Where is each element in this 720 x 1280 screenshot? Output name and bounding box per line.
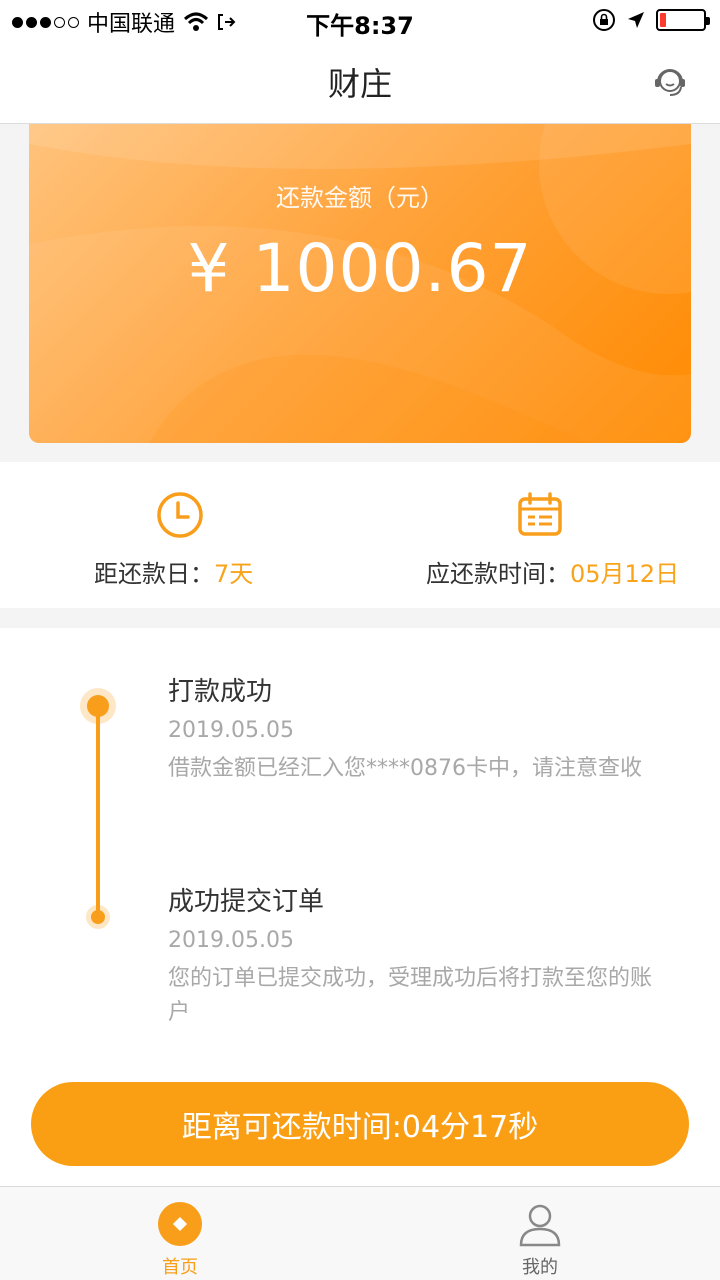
battery-icon (656, 9, 710, 31)
tab-mine-label: 我的 (522, 1257, 558, 1278)
status-right (592, 8, 710, 32)
due-date-value: 05月12日 (570, 560, 680, 588)
tab-home-label: 首页 (162, 1257, 198, 1278)
clock-icon (157, 492, 203, 538)
card-section: 还款金额（元） ¥ 1000.67 (0, 124, 720, 462)
timeline-item-paid: 打款成功 2019.05.05 借款金额已经汇入您****0876卡中，请注意查… (168, 674, 668, 786)
timeline-item-submitted: 成功提交订单 2019.05.05 您的订单已提交成功，受理成功后将打款至您的账… (168, 884, 668, 1030)
tab-mine[interactable]: 我的 (360, 1187, 720, 1280)
days-label: 距还款日： (94, 560, 214, 588)
timeline-date: 2019.05.05 (168, 718, 294, 743)
timeline-title: 成功提交订单 (168, 887, 325, 917)
days-value: 7天 (214, 560, 254, 588)
location-icon (628, 12, 644, 28)
repayment-card: 还款金额（元） ¥ 1000.67 (29, 124, 691, 443)
due-date-label: 应还款时间： (426, 560, 570, 588)
timeline-desc: 借款金额已经汇入您****0876卡中，请注意查收 (168, 756, 642, 781)
days-until-due: 距还款日：7天 (0, 462, 360, 608)
amount-label: 还款金额（元） (276, 184, 444, 212)
tab-bar: 首页 我的 (0, 1186, 720, 1280)
nav-bar: 财庄 (0, 40, 720, 124)
due-date: 应还款时间：05月12日 (360, 462, 720, 608)
timeline-dot-active (80, 688, 116, 724)
amount-value: ¥ 1000.67 (187, 230, 533, 307)
timeline-dot (86, 905, 110, 929)
page-title: 财庄 (327, 64, 392, 103)
repayment-info-row: 距还款日：7天 应还款时间：05月12日 (0, 462, 720, 608)
customer-service-icon[interactable] (652, 64, 688, 100)
timeline-desc: 您的订单已提交成功，受理成功后将打款至您的账户 (168, 966, 653, 1025)
repay-countdown-button[interactable]: 距离可还款时间:04分17秒 (31, 1082, 689, 1166)
calendar-icon (518, 492, 562, 536)
timeline-date: 2019.05.05 (168, 928, 294, 953)
user-icon (519, 1204, 561, 1247)
rotation-lock-icon (593, 9, 615, 31)
timeline-line (96, 706, 100, 918)
home-diamond-icon (158, 1202, 202, 1246)
tab-home[interactable]: 首页 (0, 1187, 360, 1280)
status-bar: 中国联通 下午8:37 (0, 0, 720, 40)
timeline-title: 打款成功 (168, 677, 273, 707)
